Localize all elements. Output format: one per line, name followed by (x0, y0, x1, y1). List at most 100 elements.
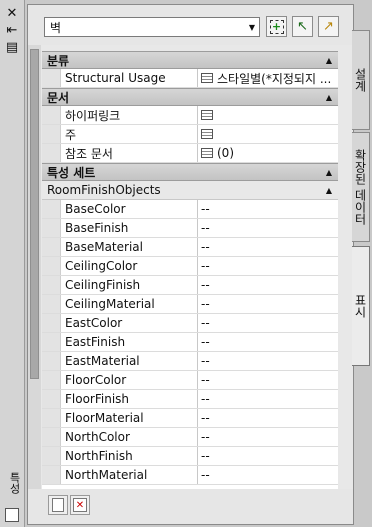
property-value[interactable]: 스타일별(*지정되지 ... (198, 69, 338, 87)
property-row[interactable]: FloorColor -- (42, 371, 338, 390)
row-indent (42, 106, 61, 124)
property-row[interactable]: NorthColor -- (42, 428, 338, 447)
property-value[interactable]: -- (198, 428, 338, 446)
properties-menu-icon[interactable]: ▤ (3, 40, 21, 55)
property-value[interactable] (198, 106, 338, 124)
chevron-down-icon[interactable]: ▼ (245, 18, 259, 36)
property-row[interactable]: BaseColor -- (42, 200, 338, 219)
property-row[interactable]: 주 (42, 125, 338, 144)
property-row[interactable]: Structural Usage 스타일별(*지정되지 ... (42, 69, 338, 88)
section-title: 분류 (47, 53, 70, 68)
property-value[interactable]: -- (198, 333, 338, 351)
tab-label: 확장된 데이터 (353, 149, 367, 225)
row-indent (42, 219, 61, 237)
property-value[interactable]: -- (198, 295, 338, 313)
properties-panel: 벽 ▼ + ↖ ↗ 분류 ▲ Structural Usage 스타일별(*지정… (27, 4, 354, 525)
property-value[interactable]: -- (198, 257, 338, 275)
autohide-icon[interactable]: ⇤ (3, 23, 21, 38)
row-indent (42, 257, 61, 275)
collapse-icon[interactable]: ▲ (320, 168, 338, 177)
property-row[interactable]: EastColor -- (42, 314, 338, 333)
property-value[interactable]: -- (198, 200, 338, 218)
tab-design[interactable]: 설계 (352, 30, 370, 130)
property-grid: 분류 ▲ Structural Usage 스타일별(*지정되지 ... 문서 … (42, 51, 338, 489)
quick-select-icon: + (269, 19, 284, 34)
toolbar: 벽 ▼ + ↖ ↗ (28, 5, 353, 45)
section-property-sets[interactable]: 특성 세트 ▲ (42, 163, 338, 181)
hyperlink-edit-icon[interactable] (201, 110, 213, 120)
section-title: 문서 (47, 90, 70, 105)
property-row[interactable]: EastFinish -- (42, 333, 338, 352)
remove-property-set-button[interactable]: ✕ (70, 495, 90, 515)
style-icon (201, 73, 213, 83)
property-name: FloorFinish (61, 390, 198, 408)
property-name: NorthFinish (61, 447, 198, 465)
close-icon[interactable]: ✕ (3, 6, 21, 21)
add-property-set-button[interactable] (48, 495, 68, 515)
property-row[interactable]: 참조 문서 (0) (42, 144, 338, 163)
property-name: FloorMaterial (61, 409, 198, 427)
property-value[interactable] (198, 125, 338, 143)
property-row[interactable]: FloorMaterial -- (42, 409, 338, 428)
property-name: CeilingMaterial (61, 295, 198, 313)
toggle-pickadd-icon: ↗ (323, 19, 334, 34)
property-name: Structural Usage (61, 69, 198, 87)
property-row[interactable]: CeilingFinish -- (42, 276, 338, 295)
property-row[interactable]: CeilingColor -- (42, 257, 338, 276)
collapse-icon[interactable]: ▲ (320, 93, 338, 102)
remove-property-set-icon: ✕ (73, 498, 87, 512)
property-row[interactable]: NorthMaterial -- (42, 466, 338, 485)
property-row[interactable]: BaseFinish -- (42, 219, 338, 238)
collapse-icon[interactable]: ▲ (320, 56, 338, 65)
property-value[interactable]: -- (198, 447, 338, 465)
notes-edit-icon[interactable] (201, 129, 213, 139)
property-value[interactable]: -- (198, 409, 338, 427)
property-name: EastColor (61, 314, 198, 332)
row-indent (42, 238, 61, 256)
property-name: BaseMaterial (61, 238, 198, 256)
object-type-select[interactable]: 벽 ▼ (44, 17, 260, 37)
row-indent (42, 69, 61, 87)
property-row[interactable]: 하이퍼링크 (42, 106, 338, 125)
property-value[interactable]: -- (198, 276, 338, 294)
row-indent (42, 371, 61, 389)
property-value[interactable]: -- (198, 390, 338, 408)
tab-label: 표시 (353, 294, 367, 318)
property-row[interactable]: FloorFinish -- (42, 390, 338, 409)
select-objects-button[interactable]: ↖ (292, 16, 313, 37)
property-name: CeilingColor (61, 257, 198, 275)
property-row[interactable]: CeilingMaterial -- (42, 295, 338, 314)
reference-docs-icon[interactable] (201, 148, 213, 158)
property-name: 참조 문서 (61, 144, 198, 162)
property-value[interactable]: -- (198, 352, 338, 370)
tab-extended-data[interactable]: 확장된 데이터 (352, 132, 370, 242)
property-row[interactable]: EastMaterial -- (42, 352, 338, 371)
quick-select-button[interactable]: + (266, 16, 287, 37)
toggle-pickadd-button[interactable]: ↗ (318, 16, 339, 37)
property-value[interactable]: -- (198, 314, 338, 332)
property-value[interactable]: -- (198, 371, 338, 389)
row-indent (42, 352, 61, 370)
row-indent (42, 409, 61, 427)
property-value[interactable]: -- (198, 219, 338, 237)
row-indent (42, 314, 61, 332)
section-classification[interactable]: 분류 ▲ (42, 51, 338, 69)
property-name: CeilingFinish (61, 276, 198, 294)
scrollbar[interactable] (28, 45, 41, 507)
section-documents[interactable]: 문서 ▲ (42, 88, 338, 106)
row-indent (42, 466, 61, 484)
tab-display[interactable]: 표시 (352, 246, 370, 366)
property-value-text: 스타일별(*지정되지 ... (217, 71, 332, 86)
subsection-title: RoomFinishObjects (47, 183, 161, 197)
collapse-icon[interactable]: ▲ (320, 186, 338, 195)
property-value[interactable]: -- (198, 466, 338, 484)
select-objects-icon: ↖ (297, 19, 308, 34)
property-value-text: (0) (217, 146, 234, 160)
property-row[interactable]: BaseMaterial -- (42, 238, 338, 257)
property-row[interactable]: NorthFinish -- (42, 447, 338, 466)
property-value[interactable]: (0) (198, 144, 338, 162)
subsection-roomfinishobjects[interactable]: RoomFinishObjects ▲ (42, 181, 338, 200)
property-value[interactable]: -- (198, 238, 338, 256)
palette-icon[interactable] (5, 508, 19, 522)
scrollbar-thumb[interactable] (30, 49, 39, 379)
